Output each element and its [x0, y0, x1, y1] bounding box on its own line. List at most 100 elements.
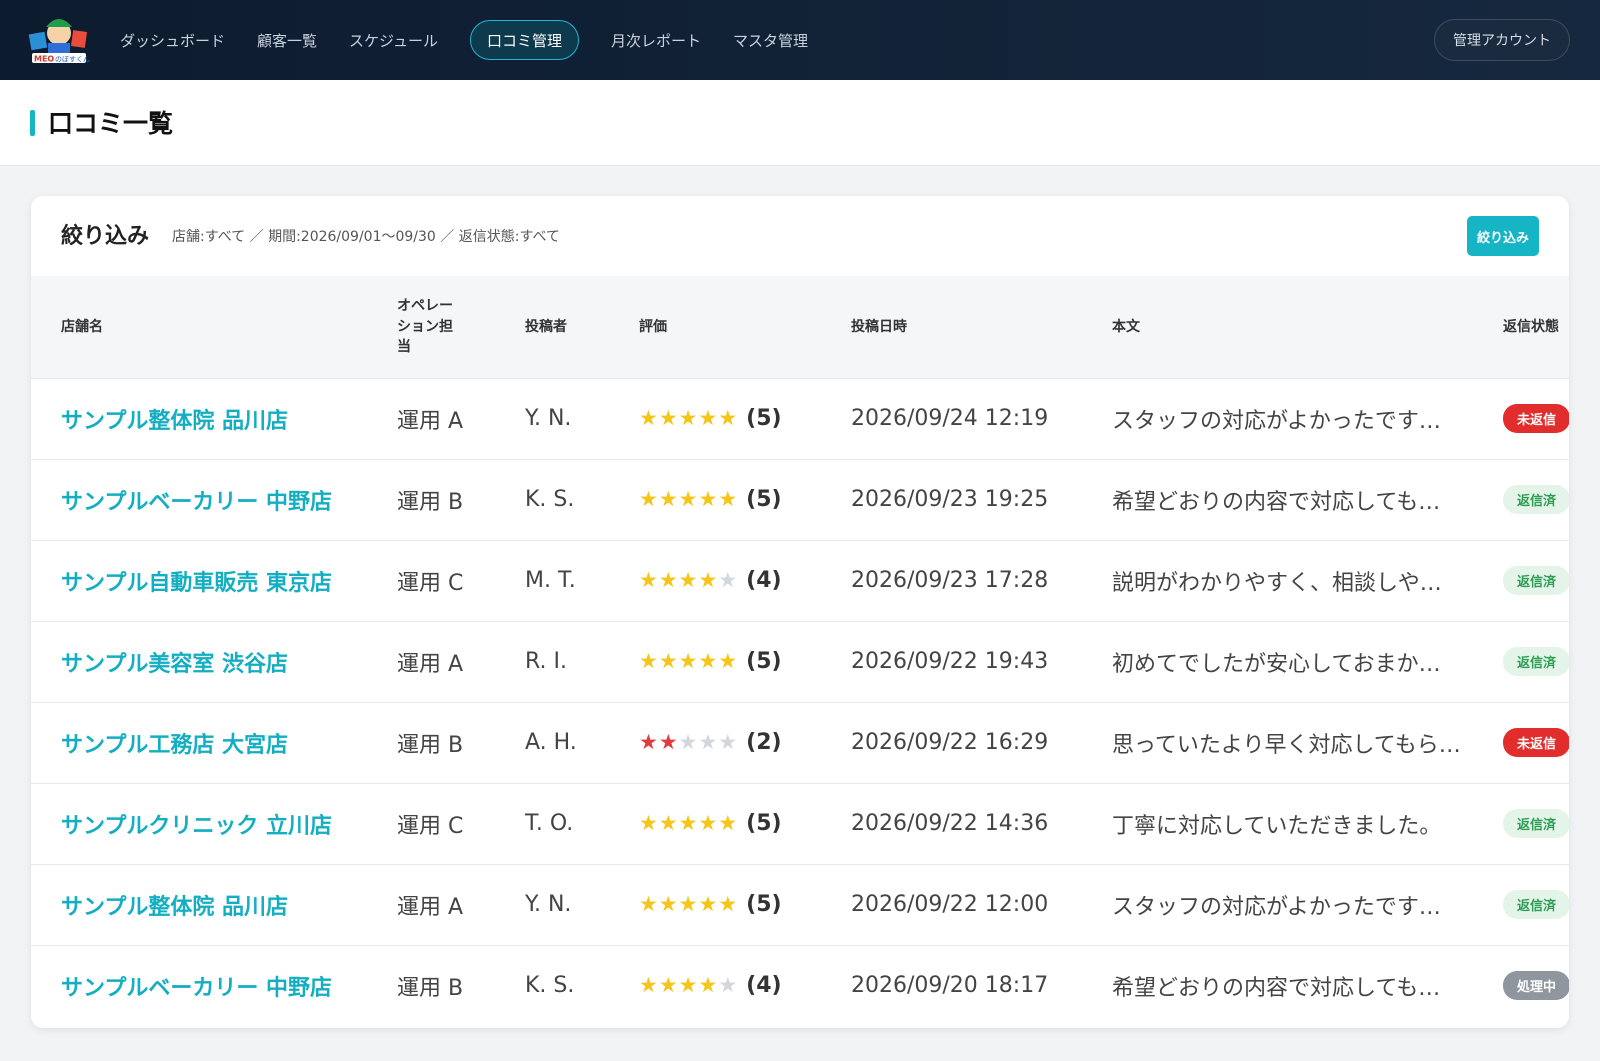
rating-cell: ★★★★★ (4)	[609, 945, 821, 1026]
status-cell: 処理中	[1473, 945, 1569, 1026]
star-icon: ★	[698, 487, 719, 511]
table-row[interactable]: サンプル整体院 品川店 運用 A Y. N. ★★★★★ (5) 2026/09/…	[31, 864, 1569, 945]
datetime-cell: 2026/09/22 12:00	[851, 892, 1049, 917]
reviews-table: 店舗名 オペレーション担当 投稿者 評価 投稿日時 本文 返信状態 サンプル整体…	[31, 276, 1569, 1026]
rating-cell: ★★★★★ (5)	[609, 459, 821, 540]
review-body-cell[interactable]: 思っていたより早く対応してもら…	[1082, 702, 1473, 783]
rating-cell: ★★★★★ (5)	[609, 864, 821, 945]
store-name-link[interactable]: サンプル美容室 渋谷店	[31, 621, 367, 702]
store-name-link[interactable]: サンプルベーカリー 中野店	[31, 459, 367, 540]
column-header-poster[interactable]: 投稿者	[495, 276, 609, 378]
star-icon: ★	[698, 649, 719, 673]
column-header-operator-label: オペレーション担当	[397, 298, 453, 355]
nav-item-schedule[interactable]: スケジュール	[333, 20, 454, 60]
operator-cell: 運用 C	[397, 813, 464, 839]
status-badge[interactable]: 返信済	[1503, 890, 1569, 919]
status-cell: 返信済	[1473, 864, 1569, 945]
status-badge[interactable]: 返信済	[1503, 566, 1569, 595]
star-icon: ★	[639, 811, 659, 835]
table-row[interactable]: サンプルベーカリー 中野店 運用 B K. S. ★★★★★ (4) 2026/0…	[31, 945, 1569, 1026]
star-icon: ★	[718, 406, 739, 430]
operator-cell: 運用 B	[397, 489, 464, 515]
review-body-cell[interactable]: 希望どおりの内容で対応しても…	[1082, 945, 1473, 1026]
rating-value: (5)	[746, 406, 782, 431]
filter-summary: 店舗:すべて ／ 期間:2026/09/01〜09/30 ／ 返信状態:すべて	[172, 229, 560, 245]
account-button[interactable]: 管理アカウント	[1434, 19, 1570, 61]
app-logo[interactable]: MEO のぼすくん	[28, 13, 90, 65]
column-header-store[interactable]: 店舗名	[31, 276, 367, 378]
status-badge[interactable]: 処理中	[1503, 971, 1569, 1001]
rating-value: (5)	[746, 649, 782, 674]
store-name-link[interactable]: サンプル自動車販売 東京店	[31, 540, 367, 621]
table-row[interactable]: サンプル工務店 大宮店 運用 B A. H. ★★★★★ (2) 2026/09/…	[31, 702, 1569, 783]
nav-item-reviews[interactable]: 口コミ管理	[469, 20, 579, 60]
status-badge[interactable]: 未返信	[1503, 728, 1569, 757]
store-name-link[interactable]: サンプル整体院 品川店	[31, 378, 367, 459]
status-cell: 未返信	[1473, 378, 1569, 459]
store-name-link[interactable]: サンプルベーカリー 中野店	[31, 945, 367, 1026]
review-body-cell[interactable]: 希望どおりの内容で対応しても…	[1082, 459, 1473, 540]
nav-item-dashboard[interactable]: ダッシュボード	[104, 20, 241, 60]
filter-label: 絞り込み	[61, 224, 150, 249]
star-icon: ★	[678, 487, 699, 511]
star-icon: ★	[718, 730, 739, 754]
reviews-card: 絞り込み 店舗:すべて ／ 期間:2026/09/01〜09/30 ／ 返信状態…	[31, 196, 1569, 1028]
status-badge[interactable]: 返信済	[1503, 485, 1569, 514]
review-body-cell[interactable]: 丁寧に対応していただきました。	[1082, 783, 1473, 864]
star-icon: ★	[718, 973, 739, 998]
poster-cell: M. T.	[525, 568, 576, 593]
table-row[interactable]: サンプル自動車販売 東京店 運用 C M. T. ★★★★★ (4) 2026/0…	[31, 540, 1569, 621]
status-badge[interactable]: 返信済	[1503, 647, 1569, 676]
nav-item-customers[interactable]: 顧客一覧	[241, 20, 333, 60]
column-header-datetime[interactable]: 投稿日時	[821, 276, 1082, 378]
rating-value: (4)	[746, 973, 782, 999]
rating-stars: ★★★★★	[639, 487, 738, 511]
star-icon: ★	[718, 649, 739, 673]
filter-button[interactable]: 絞り込み	[1466, 216, 1539, 256]
star-icon: ★	[678, 568, 699, 592]
table-row[interactable]: サンプルクリニック 立川店 運用 C T. O. ★★★★★ (5) 2026/0…	[31, 783, 1569, 864]
table-row[interactable]: サンプル整体院 品川店 運用 A Y. N. ★★★★★ (5) 2026/09/…	[31, 378, 1569, 459]
rating-value: (5)	[746, 811, 782, 836]
store-name-link[interactable]: サンプル整体院 品川店	[31, 864, 367, 945]
star-icon: ★	[639, 406, 659, 430]
star-icon: ★	[639, 973, 659, 998]
star-icon: ★	[718, 487, 739, 511]
table-row[interactable]: サンプルベーカリー 中野店 運用 B K. S. ★★★★★ (5) 2026/0…	[31, 459, 1569, 540]
operator-cell: 運用 B	[397, 975, 464, 1001]
review-body-cell[interactable]: 初めてでしたが安心しておまか…	[1082, 621, 1473, 702]
status-badge[interactable]: 返信済	[1503, 809, 1569, 838]
column-header-operator[interactable]: オペレーション担当	[367, 276, 495, 378]
rating-cell: ★★★★★ (4)	[609, 540, 821, 621]
star-icon: ★	[639, 649, 659, 673]
star-icon: ★	[658, 568, 679, 592]
column-header-rating[interactable]: 評価	[609, 276, 821, 378]
datetime-cell: 2026/09/22 16:29	[851, 730, 1049, 755]
column-header-body[interactable]: 本文	[1082, 276, 1473, 378]
poster-cell: Y. N.	[525, 892, 572, 917]
star-icon: ★	[678, 649, 699, 673]
star-icon: ★	[639, 892, 659, 916]
page-title: 口コミ一覧	[48, 109, 174, 138]
operator-cell: 運用 A	[397, 651, 464, 677]
nav-item-monthly-report[interactable]: 月次レポート	[595, 20, 717, 60]
column-header-status[interactable]: 返信状態	[1473, 276, 1569, 378]
review-body-cell[interactable]: 説明がわかりやすく、相談しや…	[1082, 540, 1473, 621]
rating-stars: ★★★★★	[639, 406, 738, 430]
datetime-cell: 2026/09/20 18:17	[851, 973, 1049, 999]
store-name-link[interactable]: サンプル工務店 大宮店	[31, 702, 367, 783]
star-icon: ★	[718, 892, 739, 916]
rating-value: (5)	[746, 487, 782, 512]
page-title-band	[0, 80, 1600, 166]
title-accent-bar	[30, 110, 35, 136]
rating-cell: ★★★★★ (5)	[609, 621, 821, 702]
operator-cell: 運用 A	[397, 408, 464, 434]
review-body-cell[interactable]: スタッフの対応がよかったです…	[1082, 378, 1473, 459]
store-name-link[interactable]: サンプルクリニック 立川店	[31, 783, 367, 864]
nav-item-master[interactable]: マスタ管理	[717, 20, 824, 60]
review-body-cell[interactable]: スタッフの対応がよかったです…	[1082, 864, 1473, 945]
status-badge[interactable]: 未返信	[1503, 404, 1569, 433]
star-icon: ★	[658, 811, 679, 835]
star-icon: ★	[718, 811, 739, 835]
table-row[interactable]: サンプル美容室 渋谷店 運用 A R. I. ★★★★★ (5) 2026/09/…	[31, 621, 1569, 702]
